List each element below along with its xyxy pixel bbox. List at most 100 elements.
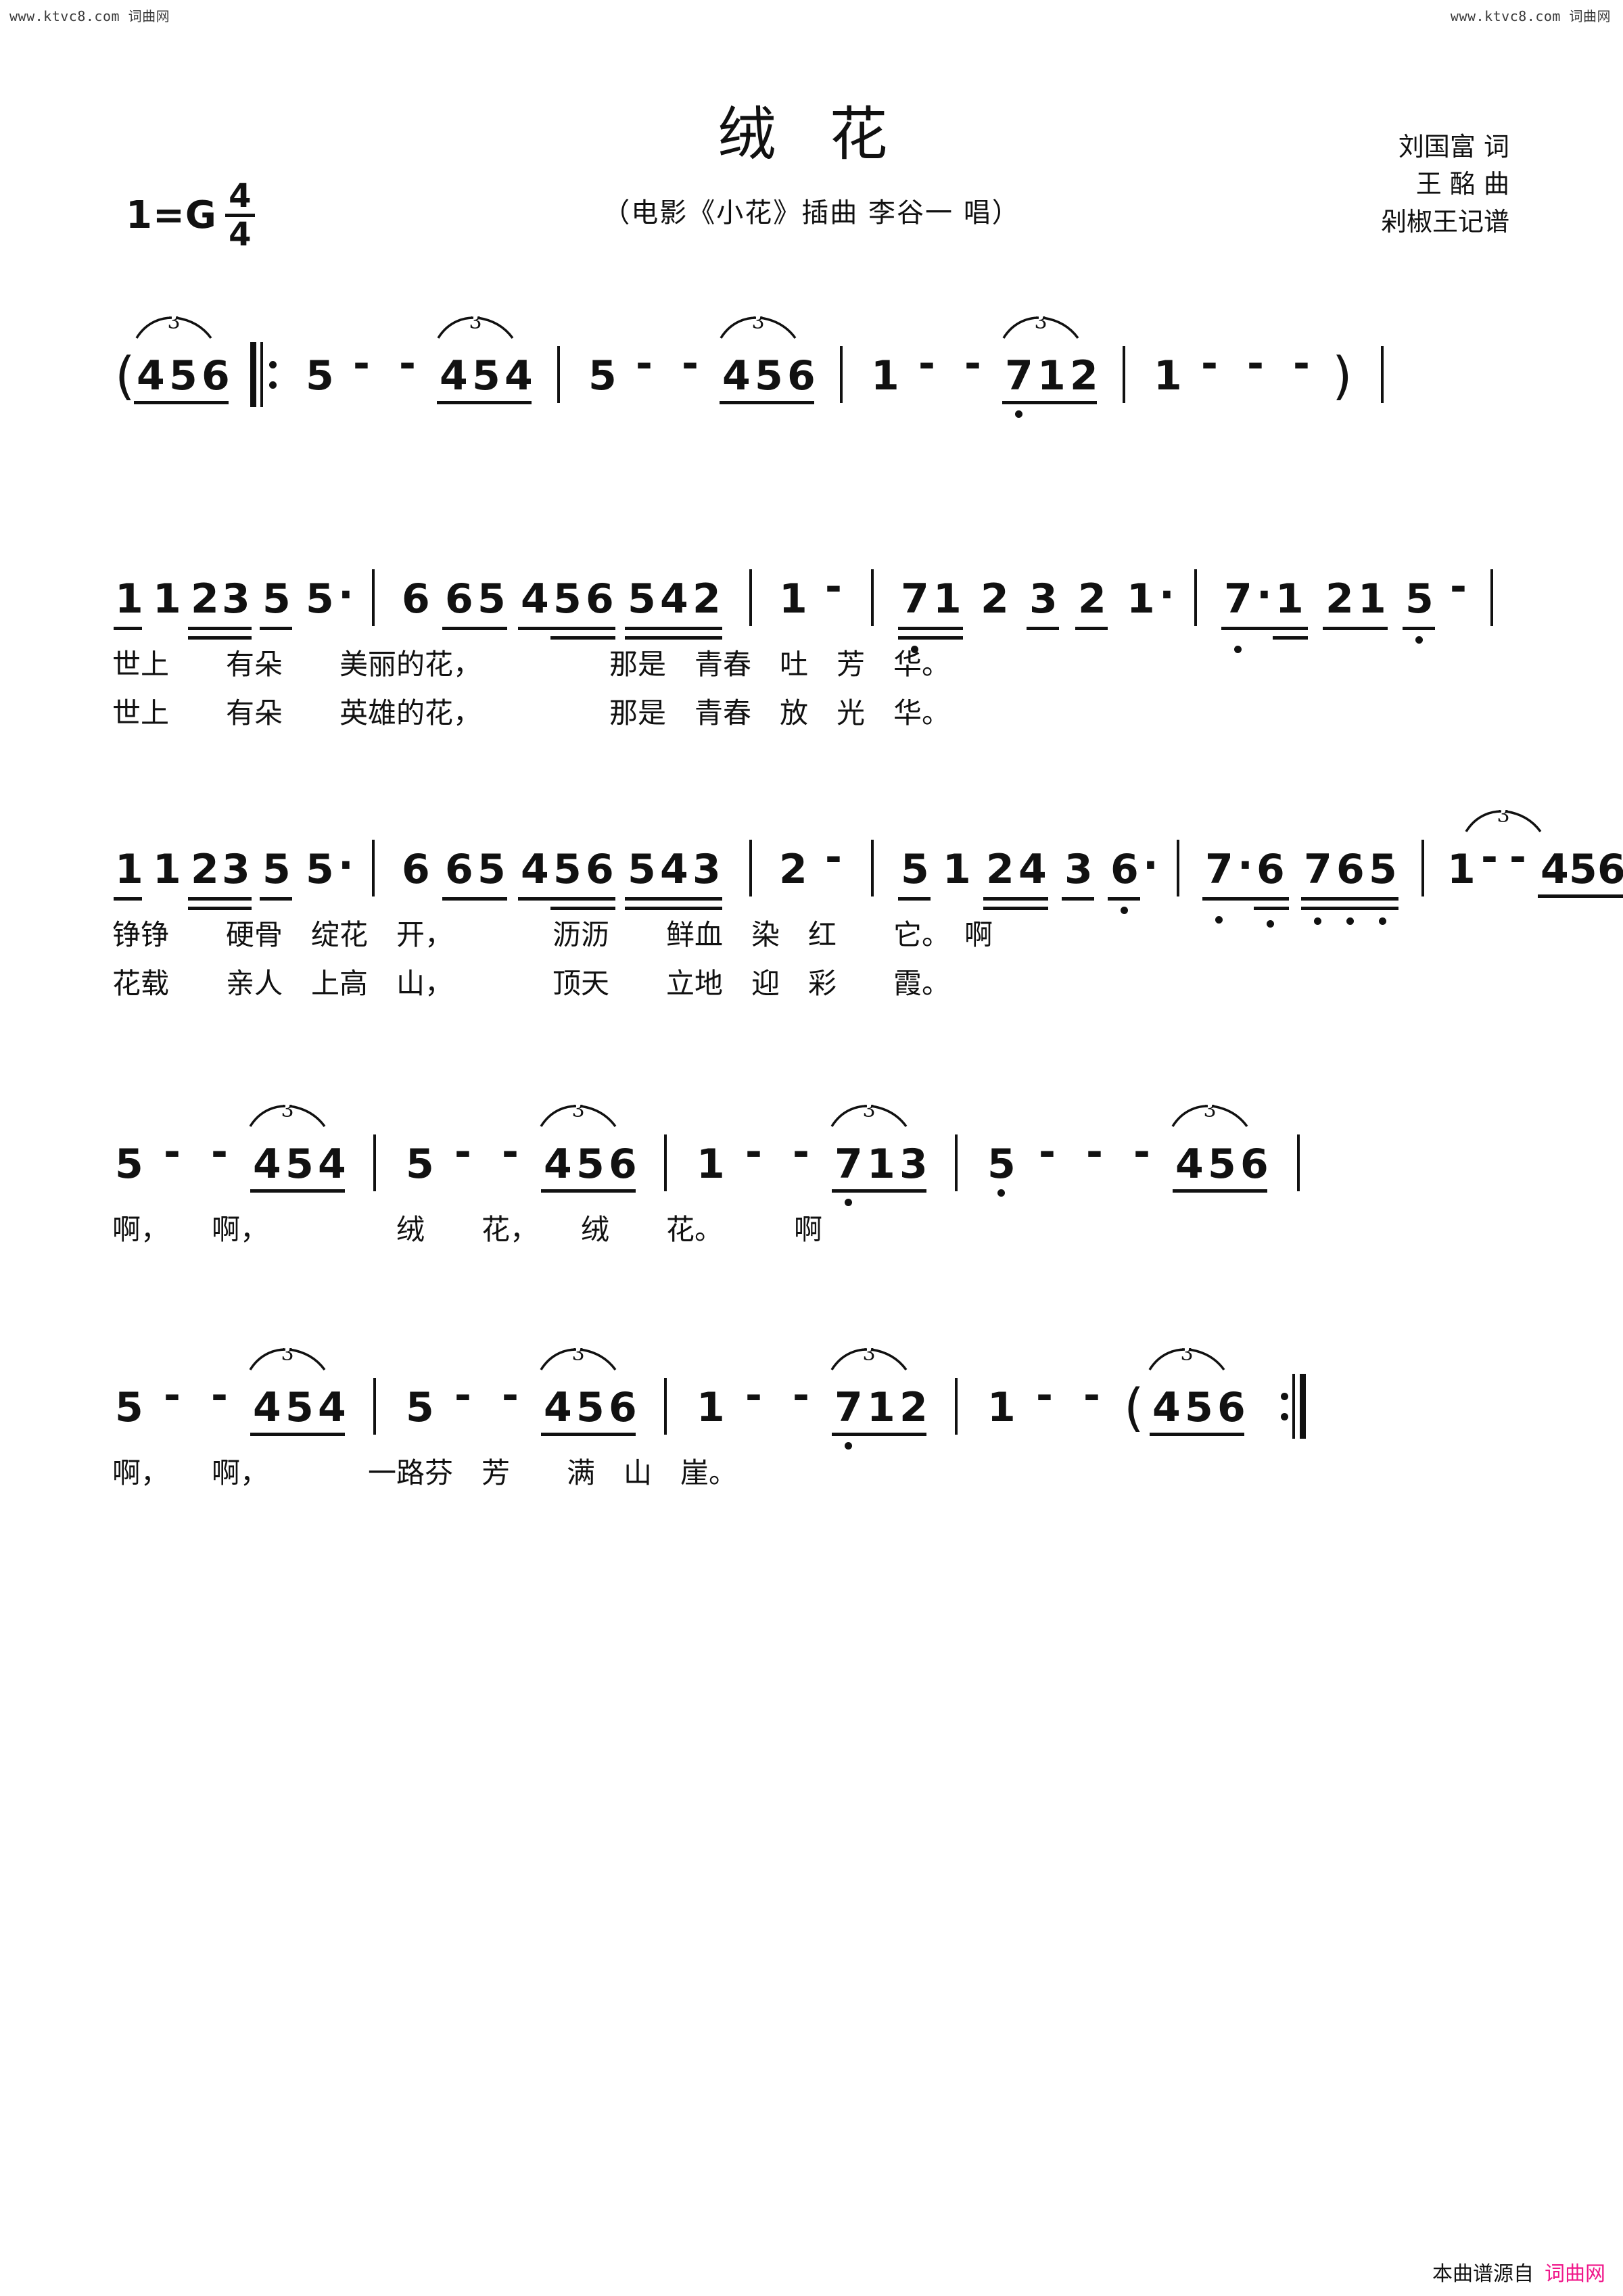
time-signature: 4 4 <box>225 177 255 254</box>
duration-dash: - <box>793 1372 809 1419</box>
augmentation-dot: · <box>1143 842 1158 889</box>
footer-prefix: 本曲谱源自 <box>1432 2263 1534 2285</box>
triplet-bracket: 3 <box>248 1348 327 1375</box>
note: 5 <box>285 1384 314 1431</box>
beam <box>541 1189 636 1193</box>
note: 6 <box>609 1384 637 1431</box>
page-title: 绒 花 <box>718 101 905 168</box>
triplet-bracket: 3 <box>1147 1348 1227 1375</box>
lyric-verse-1: 铮铮 硬骨 绽花 开， 沥沥 鲜血 染 红 它。 啊 <box>112 918 993 951</box>
low-octave-dot <box>845 1442 852 1450</box>
note: 5 <box>306 575 334 623</box>
note: 2 <box>1325 575 1354 623</box>
note: 2 <box>191 575 219 623</box>
barline <box>664 1134 667 1191</box>
note: 2 <box>692 575 721 623</box>
note: 7 <box>834 1384 863 1431</box>
notes-row-4: 5 - - 3 4 5 4 5 - - 3 4 5 6 1 - - 3 7 1 … <box>115 1105 1515 1207</box>
credit-lyricist: 刘国富 词 <box>1398 132 1509 162</box>
note: 5 <box>472 352 500 400</box>
barline <box>1381 346 1384 403</box>
svg-text:3: 3 <box>281 1348 293 1366</box>
note: 5 <box>262 575 291 623</box>
note: 6 <box>445 846 473 893</box>
beam <box>1538 894 1623 898</box>
open-paren: ( <box>1124 1377 1144 1437</box>
duration-dash: - <box>964 340 981 387</box>
time-signature-denominator: 4 <box>229 216 252 254</box>
note: 4 <box>504 352 533 400</box>
svg-text:3: 3 <box>862 1105 875 1122</box>
triplet-bracket: 3 <box>538 1105 618 1132</box>
note: 5 <box>553 846 582 893</box>
duration-dash: - <box>164 1372 181 1419</box>
credit-transcriber: 剁椒王记谱 <box>1380 206 1509 237</box>
beam <box>437 401 532 404</box>
duration-dash: - <box>1086 1128 1103 1176</box>
note: 1 <box>697 1384 725 1431</box>
time-signature-numerator: 4 <box>229 177 252 215</box>
lyric-verse-1: 世上 有朵 美丽的花， 那是 青春 吐 芳 华。 <box>112 648 951 681</box>
note: 5 <box>477 846 506 893</box>
triplet-bracket: 3 <box>1001 316 1081 343</box>
note: 5 <box>1405 575 1434 623</box>
note: 1 <box>115 846 143 893</box>
note: 5 <box>306 352 334 400</box>
note: 7 <box>834 1141 863 1188</box>
note: 1 <box>1127 575 1155 623</box>
duration-dash: - <box>1083 1372 1100 1419</box>
note: 5 <box>576 1384 605 1431</box>
beam-second <box>625 907 722 910</box>
triplet-bracket: 3 <box>718 316 798 343</box>
beam-second <box>898 636 963 640</box>
lyric-verse-1: 啊， 啊， 绒 花， 绒 花。 啊 <box>112 1213 823 1246</box>
duration-dash: - <box>502 1372 519 1419</box>
note: 5 <box>1185 1384 1213 1431</box>
svg-text:3: 3 <box>1203 1105 1216 1122</box>
note: 6 <box>1110 846 1139 893</box>
beam <box>983 897 1048 901</box>
note: 5 <box>755 352 783 400</box>
beam <box>541 1433 636 1436</box>
footer-site: 词曲网 <box>1545 2263 1605 2285</box>
note: 1 <box>1358 575 1386 623</box>
duration-dash: - <box>502 1128 519 1176</box>
beam <box>1301 897 1398 901</box>
barline <box>1123 346 1125 403</box>
augmentation-dot: · <box>338 571 354 619</box>
note: 3 <box>899 1141 928 1188</box>
duration-dash: - <box>918 340 935 387</box>
note: 5 <box>628 846 656 893</box>
low-octave-dot <box>1121 907 1128 914</box>
beam <box>188 897 252 901</box>
note: 4 <box>722 352 751 400</box>
note: 1 <box>867 1384 895 1431</box>
note: 3 <box>222 846 250 893</box>
low-octave-dot <box>845 1199 852 1206</box>
note: 5 <box>553 575 582 623</box>
beam <box>518 897 615 901</box>
note: 1 <box>779 575 807 623</box>
open-paren: ( <box>115 345 135 406</box>
beam <box>250 1189 345 1193</box>
note: 1 <box>1154 352 1182 400</box>
duration-dash: - <box>1133 1128 1150 1176</box>
svg-text:3: 3 <box>167 316 180 334</box>
beam-second <box>1273 636 1308 640</box>
note: 6 <box>402 575 430 623</box>
duration-dash: - <box>454 1128 471 1176</box>
barline <box>871 840 874 896</box>
duration-dash: - <box>793 1128 809 1176</box>
footer-attribution: 本曲谱源自 词曲网 <box>1432 2257 1605 2287</box>
note: 3 <box>1064 846 1093 893</box>
barline <box>1194 569 1197 626</box>
note: 7 <box>1304 846 1332 893</box>
triplet-bracket: 3 <box>134 316 214 343</box>
note: 2 <box>191 846 219 893</box>
svg-text:3: 3 <box>1180 1348 1193 1366</box>
duration-dash: - <box>1481 834 1498 881</box>
augmentation-dot: · <box>338 842 354 889</box>
note: 4 <box>318 1141 346 1188</box>
beam <box>1323 627 1388 630</box>
duration-dash: - <box>1036 1372 1053 1419</box>
